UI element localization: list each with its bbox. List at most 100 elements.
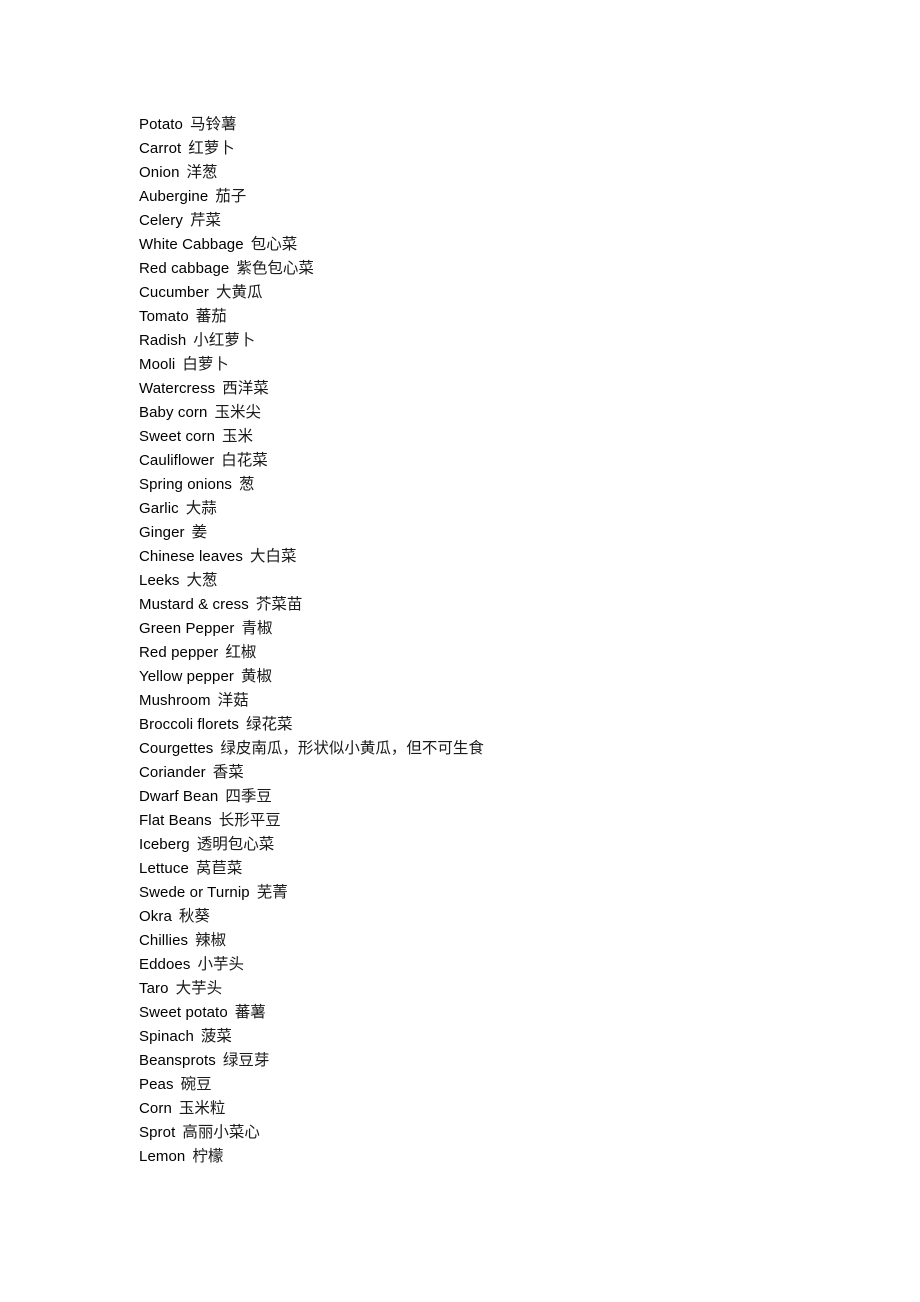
glossary-entry: Okra 秋葵 <box>139 904 879 928</box>
term-chinese: 菠菜 <box>200 1027 232 1045</box>
glossary-entry: Iceberg 透明包心菜 <box>139 832 879 856</box>
term-chinese: 玉米 <box>222 427 254 445</box>
glossary-entry: Lettuce 莴苣菜 <box>139 856 879 880</box>
term-english: Onion <box>139 164 180 181</box>
glossary-entry: Tomato 蕃茄 <box>139 304 879 328</box>
term-chinese: 大黄瓜 <box>216 283 263 301</box>
term-english: Chinese leaves <box>139 548 243 565</box>
glossary-entry: Broccoli florets 绿花菜 <box>139 712 879 736</box>
glossary-entry: Coriander 香菜 <box>139 760 879 784</box>
term-english: Broccoli florets <box>139 716 239 733</box>
term-chinese: 小芋头 <box>197 955 244 973</box>
term-chinese: 芜菁 <box>256 883 288 901</box>
glossary-entry: Spring onions 葱 <box>139 472 879 496</box>
term-chinese: 碗豆 <box>180 1075 212 1093</box>
term-english: Cauliflower <box>139 452 215 469</box>
term-english: Dwarf Bean <box>139 788 219 805</box>
glossary-entry: Mooli 白萝卜 <box>139 352 879 376</box>
glossary-entry: Garlic 大蒜 <box>139 496 879 520</box>
term-chinese: 芹菜 <box>189 211 221 229</box>
glossary-entry: Cauliflower 白花菜 <box>139 448 879 472</box>
glossary-entry: Potato 马铃薯 <box>139 112 879 136</box>
term-english: Sprot <box>139 1124 176 1141</box>
term-chinese: 大白菜 <box>249 547 297 565</box>
term-chinese: 红椒 <box>225 643 257 661</box>
term-chinese: 包心菜 <box>250 235 298 253</box>
term-english: Mushroom <box>139 692 211 709</box>
term-english: Ginger <box>139 524 185 541</box>
term-english: Red cabbage <box>139 260 230 277</box>
term-chinese: 四季豆 <box>225 787 272 805</box>
glossary-entry: Chinese leaves 大白菜 <box>139 544 879 568</box>
term-english: Coriander <box>139 764 206 781</box>
term-chinese: 紫色包心菜 <box>236 259 314 277</box>
glossary-entry: Flat Beans 长形平豆 <box>139 808 879 832</box>
glossary-list: Potato 马铃薯 Carrot 红萝卜 Onion 洋葱 Aubergine 茄子 Cele… <box>139 112 879 1168</box>
term-english: Iceberg <box>139 836 190 853</box>
term-chinese: 茄子 <box>215 187 247 205</box>
glossary-entry: Mustard & cress 芥菜苗 <box>139 592 879 616</box>
glossary-entry: Radish 小红萝卜 <box>139 328 879 352</box>
term-english: Garlic <box>139 500 179 517</box>
term-chinese: 洋菇 <box>217 691 249 709</box>
glossary-entry: Celery 芹菜 <box>139 208 879 232</box>
glossary-entry: Red cabbage 紫色包心菜 <box>139 256 879 280</box>
term-english: Beansprots <box>139 1052 216 1069</box>
term-chinese: 白萝卜 <box>182 355 229 373</box>
term-chinese: 莴苣菜 <box>195 859 243 877</box>
term-english: Lettuce <box>139 860 189 877</box>
glossary-entry: Leeks 大葱 <box>139 568 879 592</box>
term-english: Mooli <box>139 356 176 373</box>
term-english: Leeks <box>139 572 180 589</box>
term-english: Courgettes <box>139 740 214 757</box>
glossary-entry: Sweet corn 玉米 <box>139 424 879 448</box>
term-chinese: 绿花菜 <box>245 715 293 733</box>
glossary-entry: Spinach 菠菜 <box>139 1024 879 1048</box>
glossary-entry: Cucumber 大黄瓜 <box>139 280 879 304</box>
term-chinese: 蕃薯 <box>234 1003 266 1021</box>
term-english: Aubergine <box>139 188 209 205</box>
term-chinese: 大芋头 <box>175 979 223 997</box>
glossary-entry: Aubergine 茄子 <box>139 184 879 208</box>
term-chinese: 辣椒 <box>195 931 227 949</box>
term-chinese: 黄椒 <box>240 667 272 685</box>
term-english: Spinach <box>139 1028 194 1045</box>
term-english: Cucumber <box>139 284 209 301</box>
term-chinese: 洋葱 <box>186 163 218 181</box>
glossary-entry: Peas 碗豆 <box>139 1072 879 1096</box>
term-chinese: 玉米尖 <box>214 403 261 421</box>
term-chinese: 透明包心菜 <box>196 835 275 853</box>
glossary-entry: Swede or Turnip 芜菁 <box>139 880 879 904</box>
term-english: Corn <box>139 1100 172 1117</box>
term-chinese: 青椒 <box>241 619 273 637</box>
glossary-entry: Dwarf Bean 四季豆 <box>139 784 879 808</box>
term-english: Radish <box>139 332 187 349</box>
glossary-entry: White Cabbage 包心菜 <box>139 232 879 256</box>
glossary-entry: Eddoes 小芋头 <box>139 952 879 976</box>
term-chinese: 大葱 <box>186 571 218 589</box>
term-english: Swede or Turnip <box>139 884 250 901</box>
term-english: Chillies <box>139 932 189 949</box>
term-english: Potato <box>139 116 183 133</box>
term-english: Flat Beans <box>139 812 212 829</box>
term-chinese: 葱 <box>239 475 255 493</box>
glossary-entry: Red pepper 红椒 <box>139 640 879 664</box>
glossary-entry: Ginger 姜 <box>139 520 879 544</box>
glossary-entry: Beansprots 绿豆芽 <box>139 1048 879 1072</box>
glossary-entry: Watercress 西洋菜 <box>139 376 879 400</box>
term-english: Okra <box>139 908 172 925</box>
term-chinese: 绿皮南瓜，形状似小黄瓜，但不可生食 <box>220 739 484 757</box>
term-english: Tomato <box>139 308 189 325</box>
term-chinese: 红萝卜 <box>188 139 235 157</box>
glossary-entry: Sweet potato 蕃薯 <box>139 1000 879 1024</box>
glossary-entry: Mushroom 洋菇 <box>139 688 879 712</box>
term-chinese: 高丽小菜心 <box>182 1123 260 1141</box>
term-chinese: 绿豆芽 <box>222 1051 270 1069</box>
term-chinese: 马铃薯 <box>189 115 237 133</box>
term-english: Sweet potato <box>139 1004 228 1021</box>
glossary-entry: Yellow pepper 黄椒 <box>139 664 879 688</box>
term-english: Yellow pepper <box>139 668 234 685</box>
term-chinese: 芥菜苗 <box>255 595 303 613</box>
term-english: Red pepper <box>139 644 219 661</box>
glossary-entry: Carrot 红萝卜 <box>139 136 879 160</box>
